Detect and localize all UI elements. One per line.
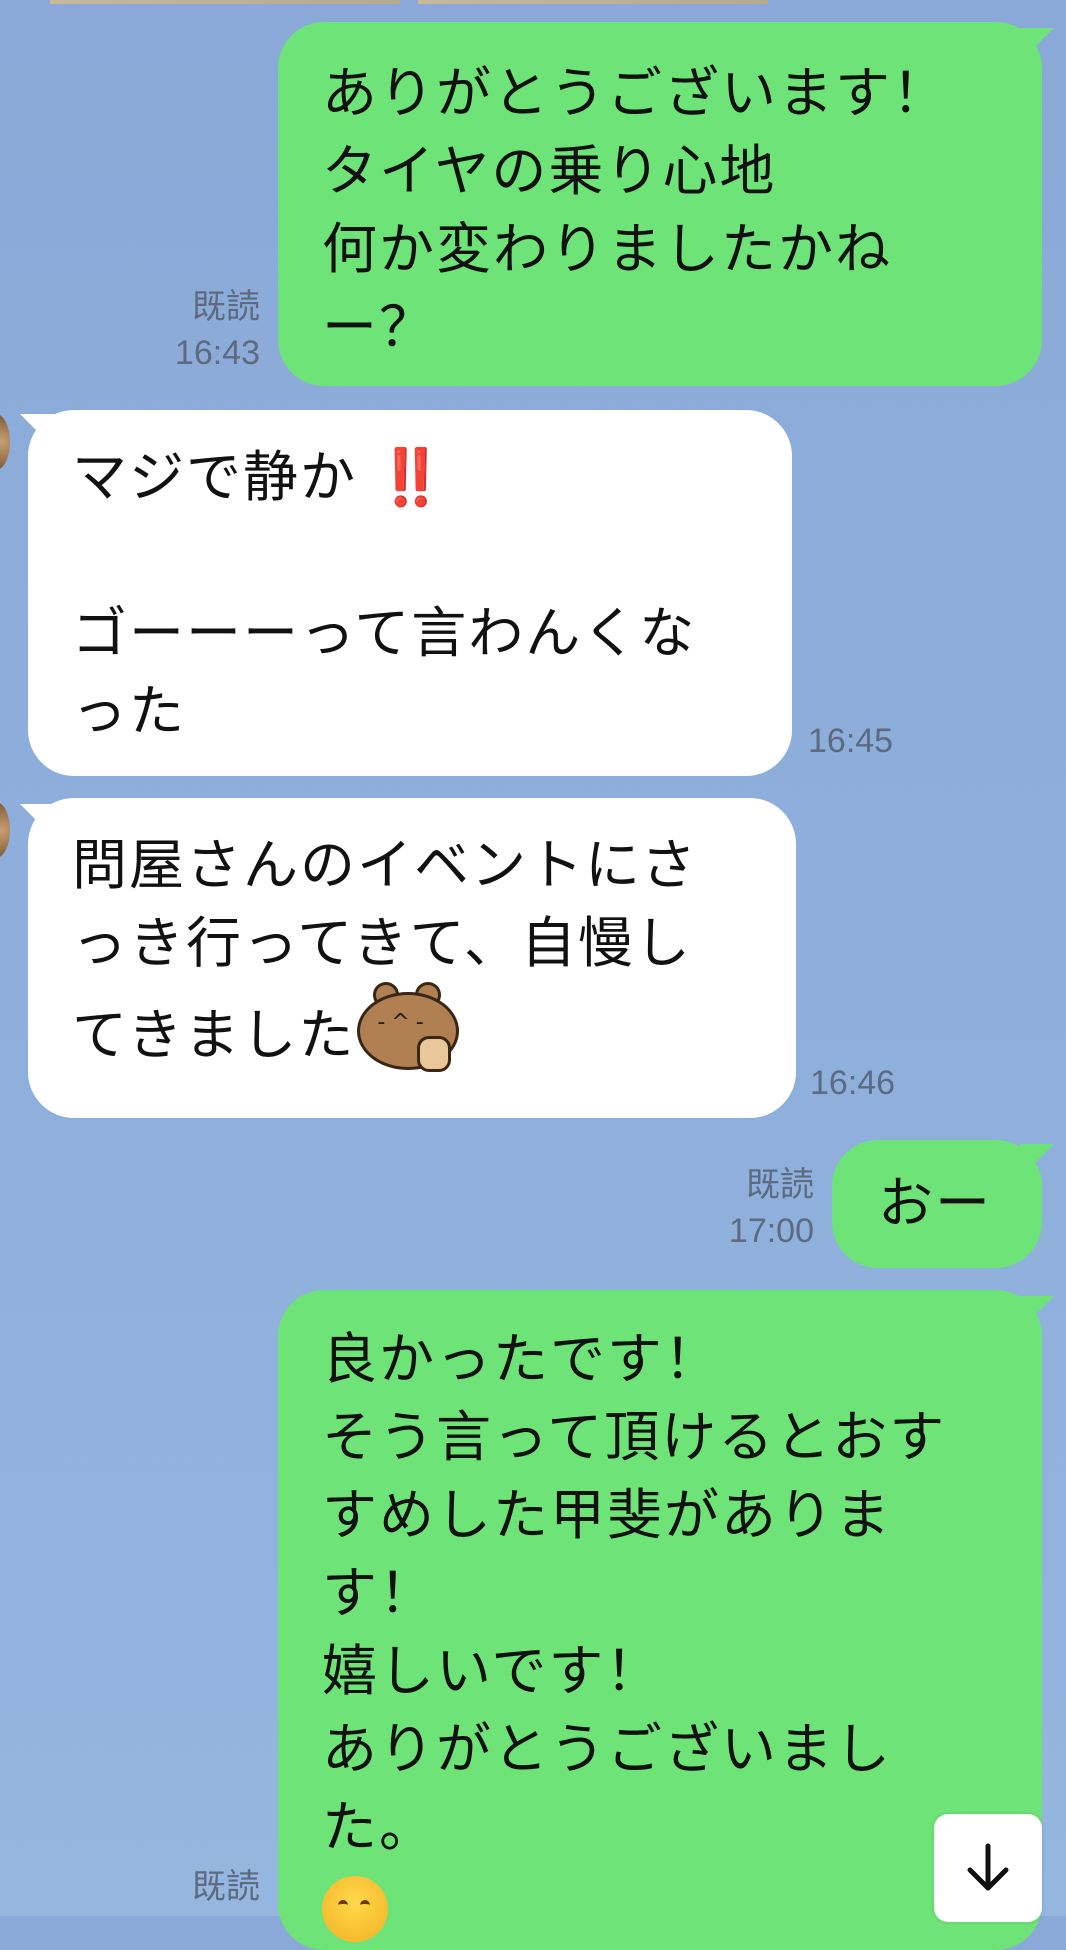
read-status: 既読 <box>746 1166 814 1204</box>
scroll-to-bottom-button[interactable] <box>934 1814 1042 1922</box>
image-preview-strip <box>50 0 400 4</box>
message-text: マジで静か <box>72 445 358 509</box>
avatar <box>0 414 10 470</box>
read-status: 既読 <box>192 1868 260 1906</box>
arrow-down-icon <box>967 1843 1009 1891</box>
timestamp: 16:46 <box>810 1064 896 1102</box>
timestamp: 16:43 <box>174 334 260 372</box>
message-text: 良かったです！ そう言って頂けるとおす すめした甲斐がありま す！ 嬉しいです！… <box>322 1327 947 1859</box>
outgoing-message[interactable]: おー <box>832 1140 1042 1268</box>
incoming-message[interactable]: マジで静か ‼️ ゴーーーって言わんくな った <box>28 410 792 776</box>
incoming-message[interactable]: 問屋さんのイベントにさ っき行ってきて、自慢し てきました ‐^‐ <box>28 798 796 1118</box>
avatar <box>0 802 10 858</box>
message-text: ゴーーーって言わんくな った <box>72 601 697 743</box>
bear-peace-emoji: ‐^‐ <box>355 982 460 1074</box>
image-preview-strip <box>418 0 768 4</box>
read-status: 既読 <box>192 288 260 326</box>
outgoing-message[interactable]: ありがとうございます！ タイヤの乗り心地 何か変わりましたかね ー？ <box>278 22 1042 386</box>
double-exclamation-emoji: ‼️ <box>376 445 446 509</box>
smiling-face-emoji <box>322 1875 388 1942</box>
timestamp: 17:00 <box>728 1212 814 1250</box>
timestamp: 16:45 <box>808 722 894 760</box>
outgoing-message[interactable]: 良かったです！ そう言って頂けるとおす すめした甲斐がありま す！ 嬉しいです！… <box>278 1290 1042 1950</box>
